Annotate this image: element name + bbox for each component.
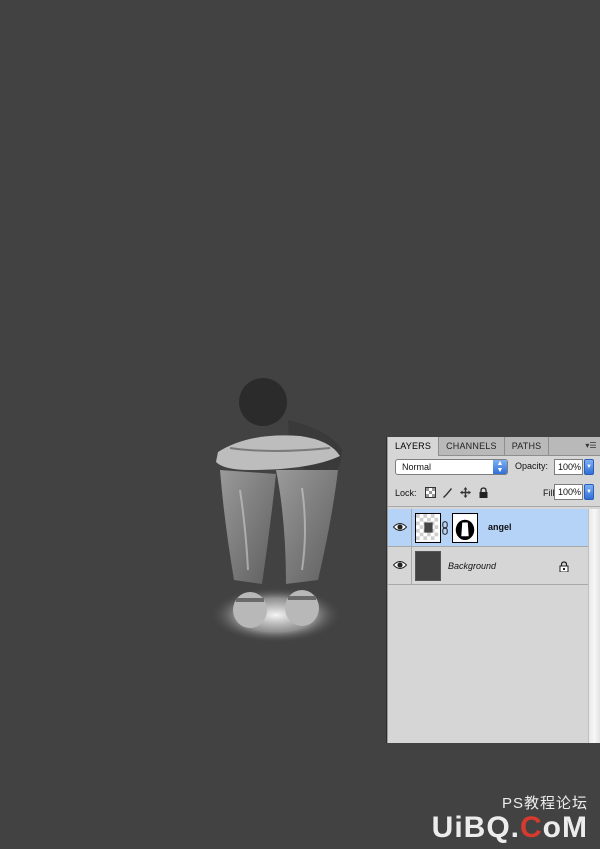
blend-mode-value: Normal: [402, 462, 432, 472]
opacity-input[interactable]: 100%: [554, 459, 583, 475]
lock-icon: [559, 561, 569, 572]
layer-name[interactable]: Background: [448, 561, 496, 571]
sitting-person-image: [210, 378, 342, 643]
lock-position-icon[interactable]: [460, 487, 471, 498]
blend-mode-arrows-icon: ▲ ▼: [493, 460, 507, 474]
tab-channels[interactable]: CHANNELS: [439, 437, 505, 455]
opacity-label: Opacity:: [515, 461, 549, 471]
layers-scrollbar[interactable]: [588, 509, 600, 743]
opacity-dropdown-button[interactable]: ▼: [584, 459, 594, 475]
tab-paths[interactable]: PATHS: [505, 437, 550, 455]
background-thumbnail[interactable]: [415, 551, 441, 581]
chain-link-icon[interactable]: [442, 521, 448, 535]
layer-mask-thumbnail[interactable]: [452, 513, 478, 543]
layer-row-background[interactable]: Background: [388, 547, 588, 585]
layer-name[interactable]: angel: [488, 522, 512, 532]
lock-image-icon[interactable]: [442, 487, 453, 498]
visibility-toggle[interactable]: [388, 547, 412, 584]
blend-mode-select[interactable]: Normal ▲ ▼: [395, 459, 508, 475]
panel-tab-bar: LAYERS CHANNELS PATHS ▾☰: [388, 437, 600, 456]
lock-label: Lock:: [395, 488, 417, 498]
eye-icon: [393, 561, 407, 569]
panel-divider: [388, 506, 600, 507]
layers-panel: LAYERS CHANNELS PATHS ▾☰ Normal ▲ ▼ Opaci…: [387, 437, 600, 743]
layer-thumbnail[interactable]: [415, 513, 441, 543]
panel-menu-icon[interactable]: ▾☰: [585, 441, 597, 451]
tab-layers[interactable]: LAYERS: [388, 437, 440, 456]
lock-transparent-icon[interactable]: [425, 487, 436, 498]
layer-row-angel[interactable]: angel: [388, 509, 588, 547]
lock-all-icon[interactable]: [478, 487, 489, 498]
fill-dropdown-button[interactable]: ▼: [584, 484, 594, 500]
fill-input[interactable]: 100%: [554, 484, 583, 500]
eye-icon: [393, 523, 407, 531]
visibility-toggle[interactable]: [388, 509, 412, 546]
